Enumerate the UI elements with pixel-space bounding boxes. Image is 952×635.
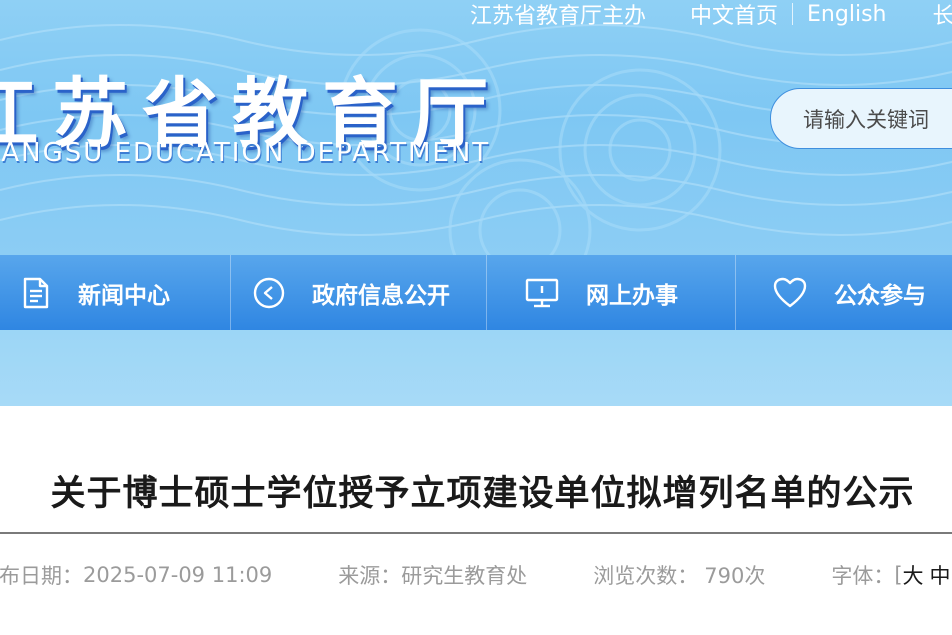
monitor-icon (525, 278, 559, 307)
nav-item-online-service[interactable]: 网上办事 (524, 255, 678, 330)
article-title: 关于博士硕士学位授予立项建设单位拟增列名单的公示 (50, 474, 915, 514)
sponsor-text: 江苏省教育厅主办 (470, 4, 647, 29)
font-size-large[interactable]: 大 (903, 560, 924, 590)
nav-item-public-participation[interactable]: 公众参与 (772, 255, 926, 330)
link-divider (792, 3, 794, 25)
search-input[interactable]: 请输入关键词 (770, 88, 952, 149)
font-bracket: [ (894, 563, 903, 587)
main-nav: 新闻中心 政府信息公开 网上办事 公众参与 (0, 255, 952, 330)
nav-label: 网上办事 (586, 282, 678, 309)
english-link[interactable]: English (807, 2, 886, 27)
play-circle-icon (253, 277, 285, 308)
nav-label: 新闻中心 (78, 282, 170, 309)
font-size-medium[interactable]: 中 (930, 560, 951, 590)
nav-item-gov-info[interactable]: 政府信息公开 (252, 255, 450, 330)
title-divider (0, 532, 952, 534)
publish-label: 发布日期： (0, 564, 83, 588)
publish-date: 2025-07-09 11:09 (83, 563, 273, 587)
article-meta: 发布日期： 2025-07-09 11:09 来源： 研究生教育处 浏览次数： … (0, 560, 951, 590)
views-count: 790次 (704, 564, 766, 588)
home-cn-link[interactable]: 中文首页 (690, 0, 778, 30)
nav-label: 政府信息公开 (312, 282, 450, 309)
nav-divider (230, 255, 231, 330)
top-links: 江苏省教育厅主办 中文首页 English 长 (470, 0, 952, 30)
views-label: 浏览次数： (593, 564, 699, 588)
source-value: 研究生教育处 (401, 564, 528, 588)
source-label: 来源： (338, 564, 402, 588)
heart-icon (773, 277, 807, 307)
font-label: 字体： (831, 564, 895, 588)
logo-english: JIANGSU EDUCATION DEPARTMENT (0, 138, 491, 168)
extra-link[interactable]: 长 (932, 0, 952, 30)
nav-item-news[interactable]: 新闻中心 (18, 255, 170, 330)
banner-strip (0, 330, 952, 406)
document-icon (23, 277, 49, 308)
nav-label: 公众参与 (834, 282, 926, 309)
site-header: 江苏省教育厅主办 中文首页 English 长 江苏省教育厅 JIANGSU E… (0, 0, 952, 255)
nav-divider (486, 255, 487, 330)
nav-divider (735, 255, 736, 330)
